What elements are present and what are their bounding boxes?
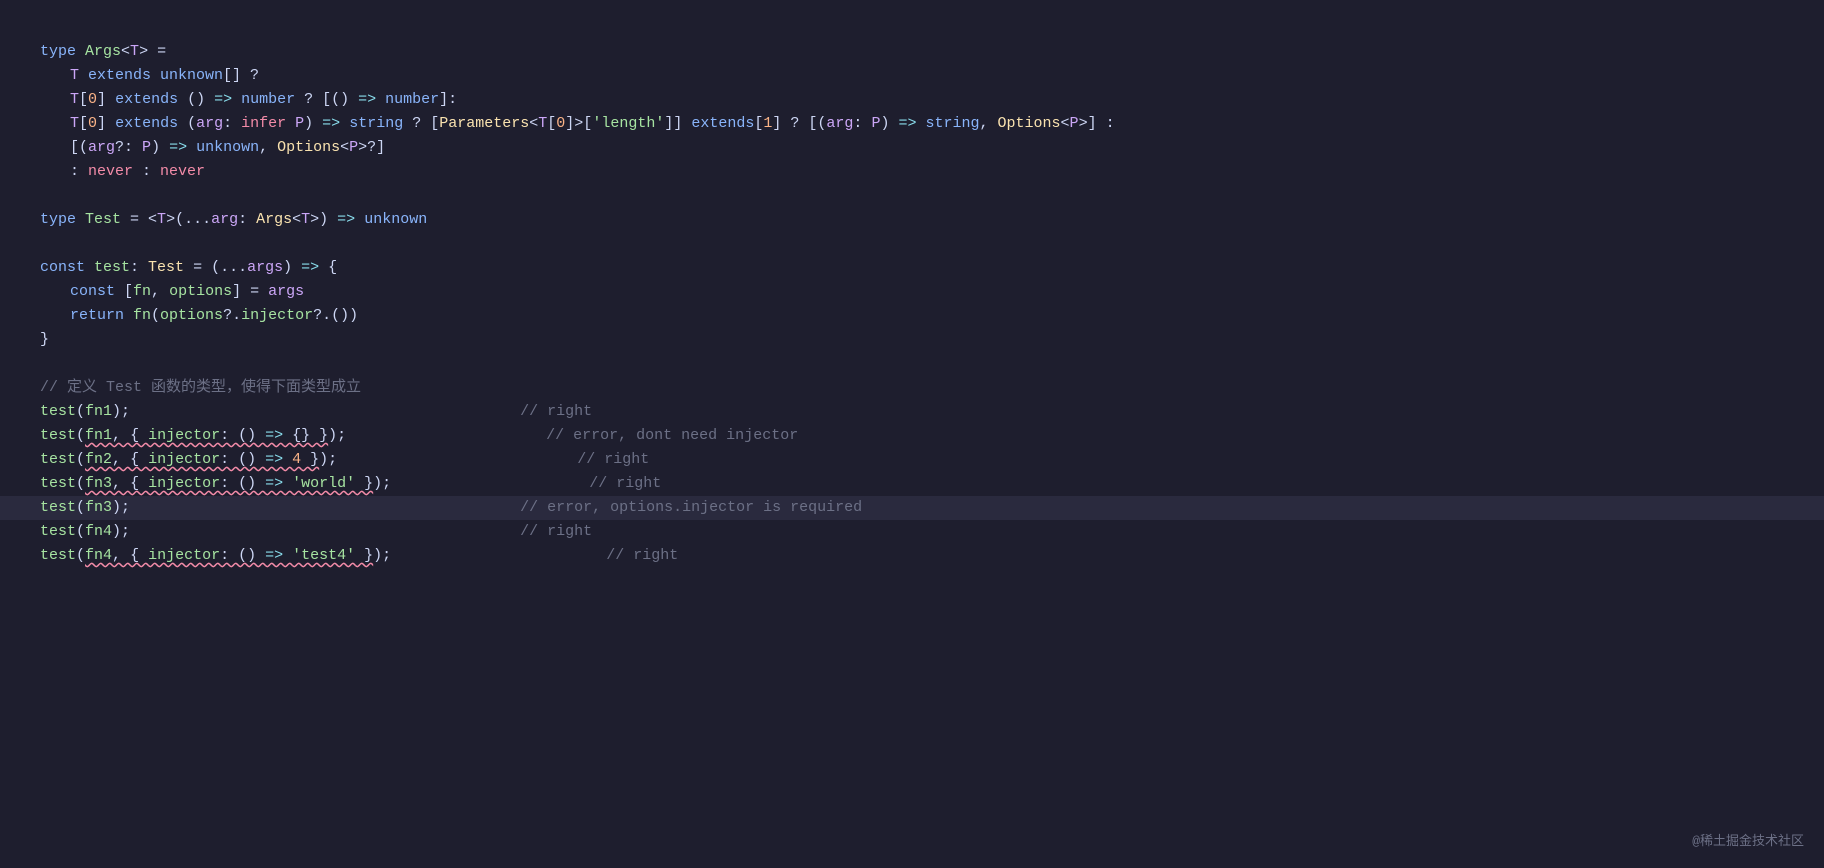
line-15: // 定义 Test 函数的类型，使得下面类型成立: [40, 376, 1784, 400]
line-22: test(fn4, { injector: () => 'test4' });/…: [40, 544, 1784, 568]
line-18: test(fn2, { injector: () => 4 });// righ…: [40, 448, 1784, 472]
line-6: : never : never: [40, 160, 1784, 184]
line-12: return fn(options?.injector?.()): [40, 304, 1784, 328]
error-fn2: fn2, { injector: () => 4 }: [85, 451, 319, 468]
type-param-t: T: [130, 43, 139, 60]
line-2: T extends unknown[] ?: [40, 64, 1784, 88]
type-args: Args: [85, 43, 121, 60]
line-17: test(fn1, { injector: () => {} });// err…: [40, 424, 1784, 448]
watermark: @稀土掘金技术社区: [1692, 832, 1804, 853]
line-13: }: [40, 328, 1784, 352]
error-fn1: fn1, { injector: () => {} }: [85, 427, 328, 444]
gap-1: [40, 184, 1784, 208]
line-8: type Test = <T>(...arg: Args<T>) => unkn…: [40, 208, 1784, 232]
keyword-type: type: [40, 43, 85, 60]
line-19: test(fn3, { injector: () => 'world' });/…: [40, 472, 1784, 496]
error-fn4: fn4, { injector: () => 'test4' }: [85, 547, 373, 564]
gap-2: [40, 232, 1784, 256]
line-16: test(fn1);// right: [40, 400, 1784, 424]
line-3: T[0] extends () => number ? [() => numbe…: [40, 88, 1784, 112]
line-1: type Args<T> =: [40, 40, 1784, 64]
line-5: [(arg?: P) => unknown, Options<P>?]: [40, 136, 1784, 160]
line-11: const [fn, options] = args: [40, 280, 1784, 304]
code-container: type Args<T> = T extends unknown[] ? T[0…: [40, 30, 1784, 568]
line-4: T[0] extends (arg: infer P) => string ? …: [40, 112, 1784, 136]
line-10: const test: Test = (...args) => {: [40, 256, 1784, 280]
error-fn3a: fn3, { injector: () => 'world' }: [85, 475, 373, 492]
line-20: test(fn3);// error, options.injector is …: [0, 496, 1824, 520]
gap-3: [40, 352, 1784, 376]
line-21: test(fn4);// right: [40, 520, 1784, 544]
